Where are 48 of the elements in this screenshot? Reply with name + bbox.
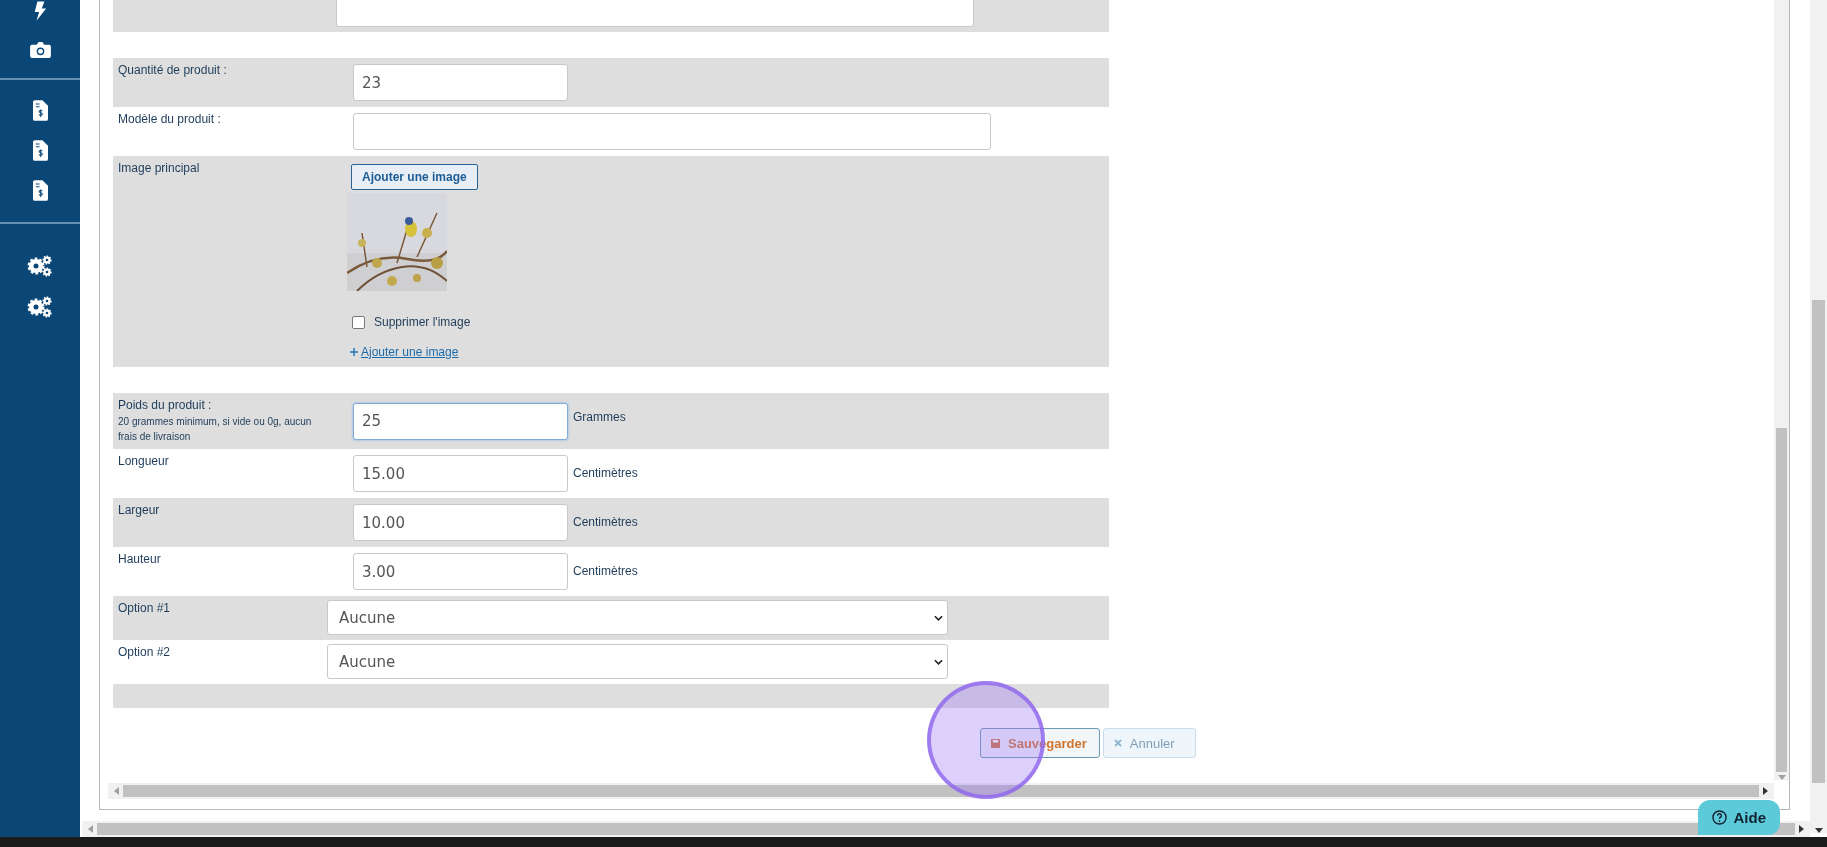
field-label: Quantité de produit : bbox=[118, 63, 228, 77]
field-label: Option #1 bbox=[118, 601, 172, 615]
horizontal-scrollbar[interactable] bbox=[108, 783, 1774, 799]
plus-icon bbox=[350, 348, 358, 356]
input-field[interactable]: 15.00 bbox=[353, 455, 568, 492]
invoice-icon[interactable] bbox=[32, 100, 48, 121]
unit-label: Centimètres bbox=[573, 564, 638, 578]
down-arrow-icon[interactable] bbox=[1814, 828, 1823, 833]
field-label: Poids du produit : bbox=[118, 398, 213, 412]
field-label: Modèle du produit : bbox=[118, 112, 222, 126]
right-arrow-icon[interactable] bbox=[1763, 787, 1768, 795]
unit-label: Centimètres bbox=[573, 515, 638, 529]
unit-label: Grammes bbox=[573, 410, 626, 424]
dropdown[interactable]: Aucune bbox=[327, 600, 948, 635]
input-field[interactable]: 10.00 bbox=[353, 504, 568, 541]
input-field[interactable]: 23 bbox=[353, 64, 568, 101]
vertical-scrollbar[interactable] bbox=[1810, 0, 1827, 833]
vertical-scrollbar[interactable] bbox=[1774, 0, 1789, 780]
help-icon bbox=[1712, 810, 1728, 825]
field-label: Image principal bbox=[118, 161, 201, 175]
checkbox-label: Supprimer l'image bbox=[374, 315, 471, 329]
field-label: Hauteur bbox=[118, 552, 162, 566]
unit-label: Centimètres bbox=[573, 466, 638, 480]
floppy-icon bbox=[991, 738, 1000, 748]
field-label: Largeur bbox=[118, 503, 161, 517]
right-arrow-icon[interactable] bbox=[1799, 825, 1804, 833]
invoice-icon[interactable] bbox=[32, 140, 48, 161]
gears-icon[interactable] bbox=[27, 296, 53, 318]
dropdown[interactable]: Aucune bbox=[327, 644, 948, 679]
horizontal-scrollbar[interactable] bbox=[82, 821, 1810, 837]
input-field[interactable] bbox=[336, 0, 974, 27]
camera-icon[interactable] bbox=[29, 41, 51, 58]
input-field[interactable] bbox=[353, 113, 991, 150]
add-image-button[interactable]: Ajouter une image bbox=[351, 164, 478, 190]
invoice-icon[interactable] bbox=[32, 180, 48, 201]
chevron-down-icon bbox=[934, 614, 943, 621]
input-field[interactable]: 3.00 bbox=[353, 553, 568, 590]
input-field[interactable]: 25 bbox=[353, 402, 568, 440]
lightning-icon[interactable] bbox=[33, 0, 47, 22]
checkbox[interactable] bbox=[352, 315, 365, 329]
field-label: Option #2 bbox=[118, 645, 172, 659]
gears-icon[interactable] bbox=[27, 255, 53, 277]
chevron-down-icon bbox=[934, 658, 943, 665]
close-icon bbox=[1113, 739, 1122, 747]
field-label: Longueur bbox=[118, 454, 170, 468]
help-button[interactable]: Aide bbox=[1698, 800, 1780, 835]
field-hint: 20 grammes minimum, si vide ou 0g, aucun frais de livraison bbox=[118, 415, 313, 444]
add-image-link[interactable]: Ajouter une image bbox=[361, 345, 459, 359]
